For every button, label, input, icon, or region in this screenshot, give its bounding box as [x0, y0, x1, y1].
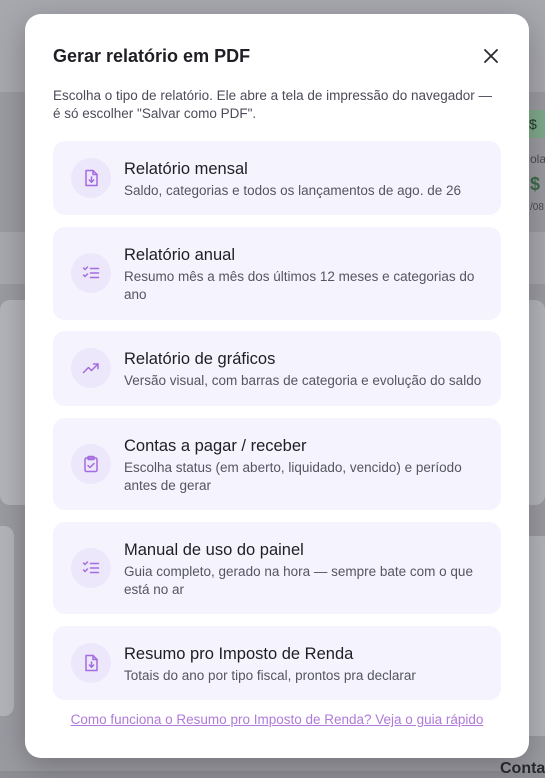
- option-title: Relatório mensal: [124, 160, 248, 178]
- bg-amount: $: [530, 174, 541, 194]
- option-income-tax-summary[interactable]: Resumo pro Imposto de Renda Totais do an…: [53, 626, 501, 700]
- option-title: Manual de uso do painel: [124, 541, 304, 559]
- bg-label: olar: [530, 152, 545, 166]
- option-panel-manual[interactable]: Manual de uso do painel Guia completo, g…: [53, 522, 501, 614]
- option-subtitle: Resumo mês a mês dos últimos 12 meses e …: [124, 269, 475, 302]
- option-subtitle: Guia completo, gerado na hora — sempre b…: [124, 564, 473, 597]
- option-charts-report[interactable]: Relatório de gráficos Versão visual, com…: [53, 331, 501, 406]
- trending-up-icon: [71, 348, 111, 388]
- option-bills-report[interactable]: Contas a pagar / receber Escolha status …: [53, 418, 501, 510]
- option-title: Relatório de gráficos: [124, 350, 276, 368]
- bg-card-left: [0, 526, 14, 716]
- income-tax-guide-link[interactable]: Como funciona o Resumo pro Imposto de Re…: [25, 712, 529, 727]
- option-title: Contas a pagar / receber: [124, 437, 307, 455]
- checklist-icon: [71, 548, 111, 588]
- bg-badge-text: $: [529, 116, 537, 132]
- clipboard-check-icon: [71, 444, 111, 484]
- close-icon: [484, 49, 498, 63]
- file-download-icon: [71, 643, 111, 683]
- option-subtitle: Totais do ano por tipo fiscal, prontos p…: [124, 668, 416, 683]
- checklist-icon: [71, 253, 111, 293]
- dialog-title: Gerar relatório em PDF: [53, 46, 251, 66]
- option-subtitle: Escolha status (em aberto, liquidado, ve…: [124, 460, 462, 493]
- option-title: Resumo pro Imposto de Renda: [124, 645, 354, 663]
- option-title: Relatório anual: [124, 246, 235, 264]
- dialog-description: Escolha o tipo de relatório. Ele abre a …: [53, 88, 493, 121]
- bg-bottom-title: Conta: [500, 760, 545, 777]
- bg-date: /08: [530, 202, 544, 213]
- pdf-report-dialog: Gerar relatório em PDF Escolha o tipo de…: [25, 14, 529, 758]
- option-subtitle: Versão visual, com barras de categoria e…: [124, 373, 482, 388]
- option-monthly-report[interactable]: Relatório mensal Saldo, categorias e tod…: [53, 141, 501, 215]
- close-button[interactable]: [479, 44, 503, 68]
- file-download-icon: [71, 158, 111, 198]
- option-annual-report[interactable]: Relatório anual Resumo mês a mês dos últ…: [53, 227, 501, 320]
- option-subtitle: Saldo, categorias e todos os lançamentos…: [124, 183, 461, 198]
